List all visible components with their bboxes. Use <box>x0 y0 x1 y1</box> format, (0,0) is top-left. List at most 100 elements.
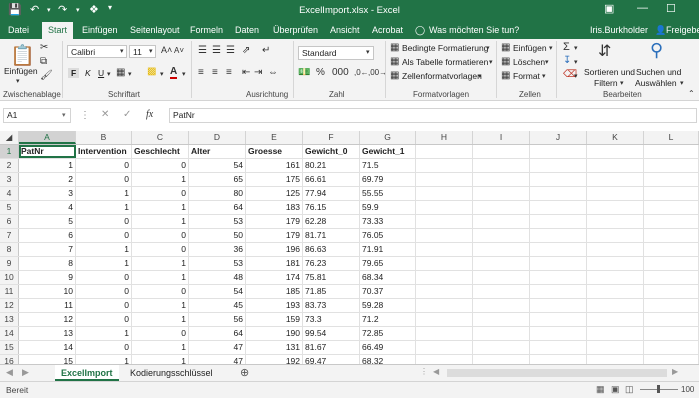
table-cell[interactable] <box>416 285 473 298</box>
table-cell[interactable] <box>473 159 530 172</box>
table-cell[interactable]: 81.67 <box>303 341 360 354</box>
paste-button[interactable]: Einfügen <box>4 66 38 76</box>
table-cell[interactable]: 79.65 <box>360 257 416 270</box>
normal-view-icon[interactable]: ▦ <box>596 384 605 395</box>
find-select-label-2[interactable]: Auswählen <box>635 78 677 88</box>
table-cell[interactable] <box>530 215 587 228</box>
table-cell[interactable]: 71.5 <box>360 159 416 172</box>
table-cell[interactable]: 55.55 <box>360 187 416 200</box>
col-header-k[interactable]: K <box>587 131 644 144</box>
insert-function-button[interactable]: fx <box>146 109 153 120</box>
table-cell[interactable] <box>530 313 587 326</box>
align-right-icon[interactable]: ≡ <box>226 67 232 78</box>
cut-icon[interactable]: ✂ <box>40 42 48 53</box>
header-cell[interactable] <box>530 145 587 158</box>
col-header-h[interactable]: H <box>416 131 473 144</box>
table-cell[interactable] <box>473 341 530 354</box>
table-cell[interactable]: 59.28 <box>360 299 416 312</box>
table-cell[interactable]: 64 <box>189 327 246 340</box>
table-cell[interactable]: 36 <box>189 243 246 256</box>
table-cell[interactable]: 3 <box>19 187 76 200</box>
name-box[interactable]: A1 <box>3 108 71 123</box>
table-cell[interactable]: 1 <box>132 271 189 284</box>
font-name-dropdown-icon[interactable]: ▾ <box>120 47 124 55</box>
align-left-icon[interactable]: ≡ <box>198 67 204 78</box>
insert-cells-dropdown-icon[interactable]: ▾ <box>549 44 553 52</box>
table-cell[interactable] <box>644 229 699 242</box>
row-header[interactable]: 14 <box>0 327 19 340</box>
format-as-table-dropdown-icon[interactable]: ▾ <box>489 58 493 66</box>
table-cell[interactable]: 73.3 <box>303 313 360 326</box>
header-cell[interactable]: Gewicht_0 <box>303 145 360 158</box>
find-select-icon[interactable]: ⚲ <box>650 40 663 61</box>
sort-filter-label-1[interactable]: Sortieren und <box>584 67 635 77</box>
sort-filter-icon[interactable]: ⇵ <box>598 41 611 61</box>
table-cell[interactable]: 71.85 <box>303 285 360 298</box>
scroll-right-icon[interactable]: ▶ <box>22 367 29 378</box>
horizontal-scrollbar[interactable] <box>447 369 667 377</box>
table-cell[interactable]: 70.37 <box>360 285 416 298</box>
header-cell[interactable]: Intervention <box>76 145 132 158</box>
table-cell[interactable] <box>587 285 644 298</box>
align-middle-icon[interactable]: ☰ <box>212 45 221 56</box>
table-cell[interactable]: 1 <box>132 173 189 186</box>
table-cell[interactable] <box>530 229 587 242</box>
table-cell[interactable]: 196 <box>246 243 303 256</box>
underline-button[interactable]: U <box>98 68 104 78</box>
table-cell[interactable] <box>416 341 473 354</box>
tab-ueberpruefen[interactable]: Überprüfen <box>273 25 318 35</box>
table-cell[interactable] <box>587 299 644 312</box>
table-cell[interactable]: 161 <box>246 159 303 172</box>
header-cell[interactable] <box>587 145 644 158</box>
page-layout-view-icon[interactable]: ▣ <box>611 384 620 395</box>
row-header[interactable]: 12 <box>0 299 19 312</box>
table-cell[interactable] <box>530 285 587 298</box>
table-cell[interactable] <box>644 215 699 228</box>
new-sheet-icon[interactable]: ⊕ <box>240 366 249 379</box>
table-cell[interactable]: 0 <box>132 187 189 200</box>
table-cell[interactable]: 76.05 <box>360 229 416 242</box>
table-cell[interactable]: 71.91 <box>360 243 416 256</box>
table-cell[interactable] <box>416 257 473 270</box>
paste-icon[interactable]: 📋 <box>10 43 35 68</box>
table-cell[interactable]: 1 <box>76 187 132 200</box>
sheet-tab-excelimport[interactable]: ExcelImport <box>55 365 119 381</box>
table-cell[interactable] <box>530 187 587 200</box>
table-cell[interactable]: 131 <box>246 341 303 354</box>
table-cell[interactable]: 0 <box>132 229 189 242</box>
sort-filter-label-2[interactable]: Filtern <box>594 78 618 88</box>
conditional-format-dropdown-icon[interactable]: ▾ <box>486 44 490 52</box>
table-cell[interactable] <box>530 299 587 312</box>
header-cell[interactable] <box>473 145 530 158</box>
table-cell[interactable]: 0 <box>76 229 132 242</box>
table-cell[interactable]: 0 <box>132 327 189 340</box>
table-cell[interactable] <box>473 285 530 298</box>
table-cell[interactable]: 179 <box>246 229 303 242</box>
table-cell[interactable]: 13 <box>19 327 76 340</box>
table-cell[interactable] <box>530 201 587 214</box>
header-cell[interactable]: Gewicht_1 <box>360 145 416 158</box>
table-cell[interactable] <box>530 271 587 284</box>
table-cell[interactable]: 14 <box>19 341 76 354</box>
format-cells-icon[interactable]: ▦ <box>501 70 510 81</box>
table-cell[interactable]: 0 <box>76 285 132 298</box>
wrap-text-icon[interactable]: ↵ <box>262 45 270 56</box>
table-cell[interactable] <box>530 257 587 270</box>
table-cell[interactable] <box>416 201 473 214</box>
conditional-format-icon[interactable]: ▦ <box>390 42 399 53</box>
orientation-icon[interactable]: ⇗ <box>242 45 250 56</box>
zoom-level[interactable]: 100 <box>681 385 694 394</box>
table-cell[interactable]: 56 <box>189 313 246 326</box>
tell-me-box[interactable]: Was möchten Sie tun? <box>429 25 519 35</box>
fill-color-icon[interactable]: ▩ <box>147 66 156 77</box>
table-cell[interactable]: 175 <box>246 173 303 186</box>
row-header[interactable]: 11 <box>0 285 19 298</box>
table-cell[interactable] <box>644 285 699 298</box>
format-cells-dropdown-icon[interactable]: ▾ <box>542 72 546 80</box>
share-button[interactable]: Freigeben <box>666 25 699 35</box>
table-cell[interactable] <box>473 173 530 186</box>
table-cell[interactable] <box>530 243 587 256</box>
table-cell[interactable] <box>587 271 644 284</box>
table-cell[interactable]: 0 <box>76 215 132 228</box>
table-cell[interactable] <box>644 313 699 326</box>
